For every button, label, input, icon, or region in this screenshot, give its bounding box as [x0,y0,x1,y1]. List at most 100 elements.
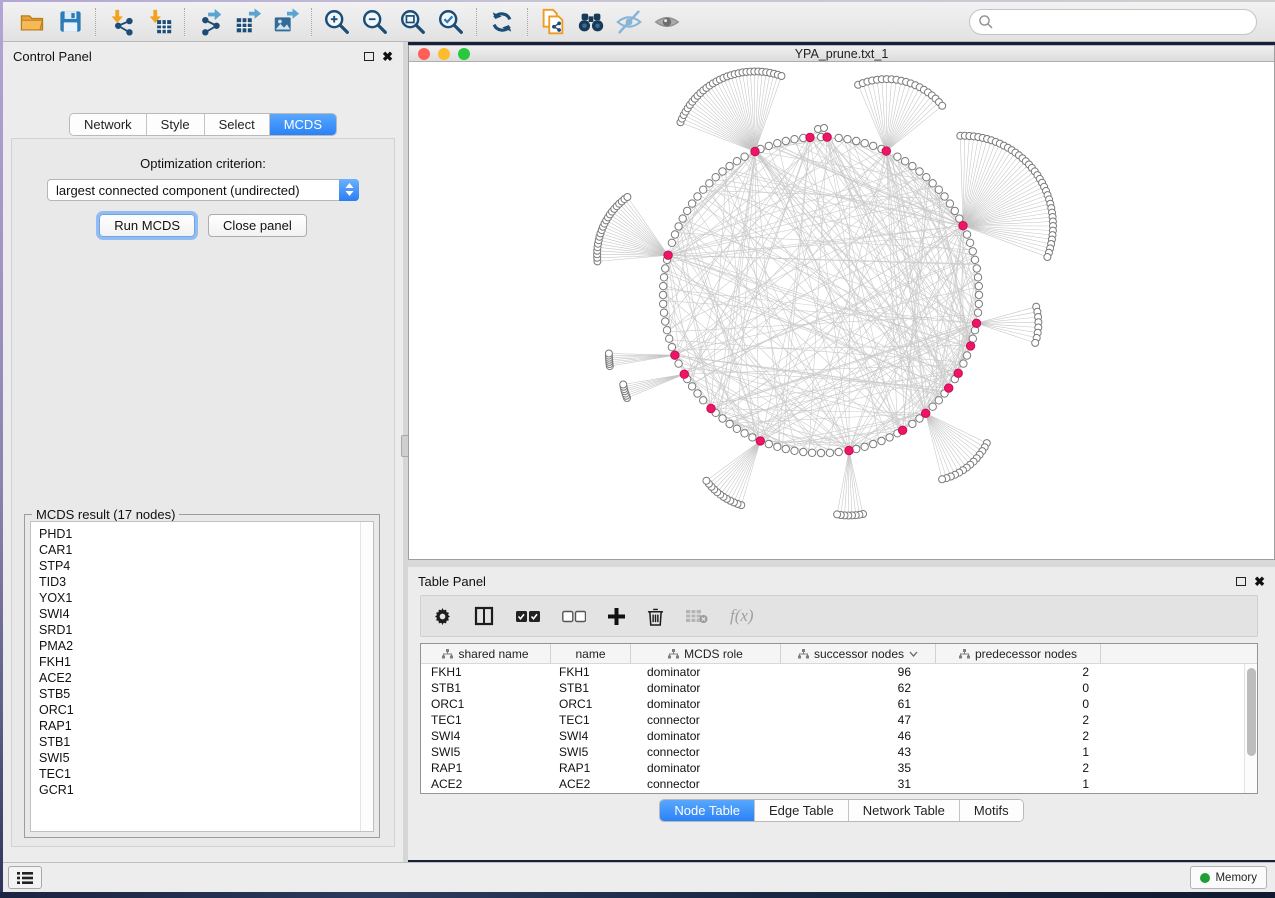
column-header-successor-nodes[interactable]: successor nodes [781,644,936,663]
export-image-button[interactable] [267,5,305,39]
mcds-result-groupbox: MCDS result (17 nodes) PHD1CAR1STP4TID3Y… [24,507,380,838]
float-panel-icon[interactable] [364,52,374,61]
float-panel-icon[interactable] [1236,577,1246,586]
delete-table-icon [686,609,708,624]
save-session-button[interactable] [51,5,89,39]
main-toolbar [3,2,1275,42]
mcds-result-item[interactable]: ACE2 [39,670,360,686]
zoom-out-button[interactable] [356,5,394,39]
save-session-icon [57,8,84,35]
optimization-criterion-label: Optimization criterion: [12,156,394,171]
hide-selected-button[interactable] [610,5,648,39]
table-panel: Table Panel ✖ [408,567,1275,860]
table-panel-titlebar: Table Panel ✖ [408,567,1275,595]
delete-table-button-disabled [686,609,708,624]
zoom-fit-button[interactable] [394,5,432,39]
column-header-MCDS-role[interactable]: MCDS role [631,644,781,663]
mcds-tab-pane: Optimization criterion: largest connecte… [11,138,395,847]
function-builder-button-disabled: f(x) [730,606,754,626]
zoom-selected-button[interactable] [432,5,470,39]
table-row[interactable]: STB1STB1dominator620 [421,680,1244,696]
table-row[interactable]: YOX1YOX1connector291 [421,792,1244,794]
select-all-rows-button[interactable] [516,610,540,623]
task-list-icon [17,871,33,885]
export-network-button[interactable] [191,5,229,39]
table-row[interactable]: RAP1RAP1dominator352 [421,760,1244,776]
column-header-name[interactable]: name [551,644,631,663]
import-network-button[interactable] [102,5,140,39]
tab-node-table[interactable]: Node Table [660,800,755,821]
close-panel-icon[interactable]: ✖ [382,50,393,63]
tab-edge-table[interactable]: Edge Table [755,800,849,821]
mcds-result-item[interactable]: FKH1 [39,654,360,670]
mcds-result-item[interactable]: CAR1 [39,542,360,558]
table-row[interactable]: SWI5SWI5connector431 [421,744,1244,760]
search-network-button[interactable] [572,5,610,39]
table-settings-button[interactable] [433,607,452,626]
search-input[interactable] [969,9,1257,35]
run-mcds-button[interactable]: Run MCDS [99,214,195,237]
mcds-result-item[interactable]: PMA2 [39,638,360,654]
table-scrollbar[interactable] [1244,664,1257,794]
deselect-all-rows-button[interactable] [562,610,586,623]
refresh-icon [488,8,516,36]
tab-select[interactable]: Select [205,114,270,135]
memory-button[interactable]: Memory [1190,866,1267,889]
node-table-header: shared namenameMCDS rolesuccessor nodesp… [421,644,1257,664]
table-row[interactable]: ORC1ORC1dominator610 [421,696,1244,712]
column-header-shared-name[interactable]: shared name [421,644,551,663]
column-header-predecessor-nodes[interactable]: predecessor nodes [936,644,1101,663]
mcds-result-item[interactable]: YOX1 [39,590,360,606]
toolbar-separator [184,8,185,36]
hide-selected-icon [614,7,644,37]
mcds-result-item[interactable]: STP4 [39,558,360,574]
tab-motifs[interactable]: Motifs [960,800,1023,821]
network-canvas[interactable] [409,62,1274,558]
horizontal-splitter[interactable] [408,560,1275,567]
table-row[interactable]: FKH1FKH1dominator962 [421,664,1244,680]
mcds-result-item[interactable]: GCR1 [39,782,360,798]
table-scrollbar-thumb[interactable] [1247,668,1256,756]
import-table-button[interactable] [140,5,178,39]
table-row[interactable]: SWI4SWI4dominator462 [421,728,1244,744]
tab-network-table[interactable]: Network Table [849,800,960,821]
network-window-titlebar[interactable]: YPA_prune.txt_1 [409,45,1274,62]
wallpaper-left-edge [0,0,3,893]
mcds-result-item[interactable]: SRD1 [39,622,360,638]
optimization-criterion-select[interactable]: largest connected component (undirected) [47,179,359,201]
table-row[interactable]: TEC1TEC1connector472 [421,712,1244,728]
close-panel-icon[interactable]: ✖ [1254,575,1265,588]
mcds-result-item[interactable]: TID3 [39,574,360,590]
tab-style[interactable]: Style [147,114,205,135]
mcds-result-item[interactable]: SWI5 [39,750,360,766]
show-columns-button[interactable] [474,606,494,626]
add-column-button[interactable] [608,608,625,625]
mcds-result-item[interactable]: SWI4 [39,606,360,622]
delete-column-button[interactable] [647,607,664,626]
zoom-fit-icon [398,7,428,37]
close-panel-button[interactable]: Close panel [208,214,307,237]
search-icon [978,14,994,30]
export-table-icon [233,7,263,37]
clone-network-icon [538,7,568,37]
cytoscape-window: Control Panel ✖ Network Style Select MCD… [0,0,1275,898]
mcds-result-item[interactable]: ORC1 [39,702,360,718]
mcds-result-item[interactable]: STB1 [39,734,360,750]
mcds-result-item[interactable]: TEC1 [39,766,360,782]
export-table-button[interactable] [229,5,267,39]
mcds-list-scrollbar[interactable] [360,522,373,831]
zoom-in-button[interactable] [318,5,356,39]
open-file-button[interactable] [13,5,51,39]
show-all-button[interactable] [648,5,686,39]
columns-icon [474,606,494,626]
table-row[interactable]: ACE2ACE2connector311 [421,776,1244,792]
show-task-history-button[interactable] [8,866,42,889]
clone-network-button[interactable] [534,5,572,39]
mcds-result-item[interactable]: RAP1 [39,718,360,734]
mcds-result-item[interactable]: PHD1 [39,526,360,542]
mcds-result-item[interactable]: STB5 [39,686,360,702]
refresh-button[interactable] [483,5,521,39]
tab-network[interactable]: Network [70,114,147,135]
tab-mcds[interactable]: MCDS [270,114,336,135]
export-image-icon [271,7,301,37]
